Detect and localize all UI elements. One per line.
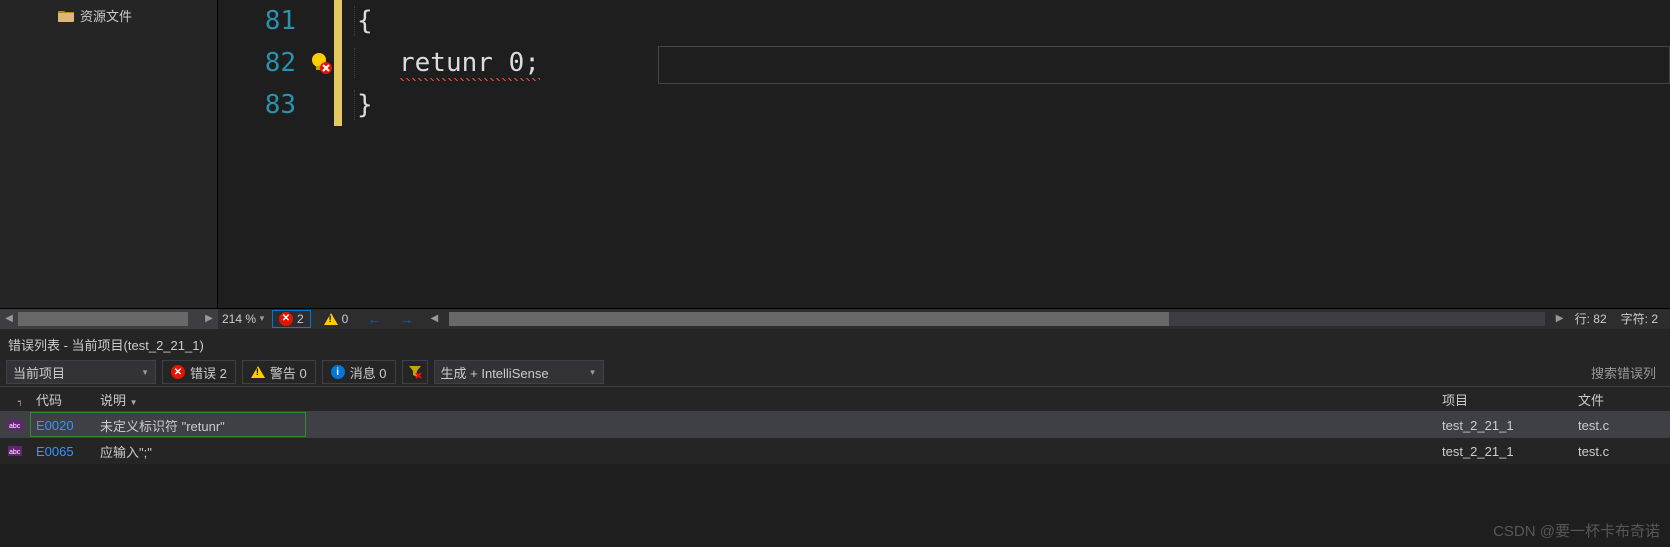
error-desc: 应输入";" <box>94 442 1436 461</box>
folder-icon <box>58 9 74 23</box>
abc-error-icon: abc <box>8 420 22 430</box>
svg-text:abc: abc <box>9 423 21 430</box>
sort-icon[interactable]: ┑ <box>6 397 23 406</box>
filter-errors-button[interactable]: ✕ 错误 2 <box>162 360 236 384</box>
chevron-down-icon: ▼ <box>141 368 149 377</box>
solution-explorer[interactable]: 资源文件 <box>0 0 218 308</box>
chevron-down-icon: ▼ <box>130 398 138 407</box>
line-number: 81 <box>218 6 308 36</box>
error-icon: ✕ <box>171 365 185 379</box>
error-desc: 未定义标识符 "retunr" <box>94 416 1436 435</box>
filter-warnings-button[interactable]: 警告 0 <box>242 360 316 384</box>
watermark: CSDN @要一杯卡布奇诺 <box>1493 520 1660 541</box>
table-row[interactable]: abc E0020 未定义标识符 "retunr" test_2_21_1 te… <box>0 412 1670 438</box>
error-file: test.c <box>1572 418 1670 433</box>
solution-explorer-scrollbar[interactable]: ◀ ▶ 214 % ▼ ✕ 2 0 ← → ◀ ▶ 行: 82 字符: 2 <box>0 308 1670 328</box>
error-icon: ✕ <box>279 312 293 326</box>
error-count-pill[interactable]: ✕ 2 <box>272 310 311 328</box>
info-icon: i <box>331 365 345 379</box>
col-file[interactable]: 文件 <box>1572 390 1670 409</box>
source-combo[interactable]: 生成 + IntelliSense ▼ <box>434 360 604 384</box>
abc-error-icon: abc <box>8 446 22 456</box>
code-text: { <box>354 6 373 36</box>
col-desc[interactable]: 说明 ▼ <box>94 390 1436 409</box>
scroll-right-icon[interactable]: ▶ <box>200 310 218 328</box>
col-project[interactable]: 项目 <box>1436 390 1572 409</box>
search-error-input[interactable]: 搜索错误列 <box>1583 359 1664 386</box>
change-indicator <box>334 0 342 42</box>
svg-text:abc: abc <box>9 449 21 456</box>
chevron-down-icon: ▼ <box>589 368 597 377</box>
nav-forward-icon[interactable]: → <box>393 311 419 327</box>
scroll-right-icon[interactable]: ▶ <box>1551 310 1569 328</box>
code-text: retunr 0; <box>354 48 540 78</box>
error-project: test_2_21_1 <box>1436 418 1572 433</box>
tree-item-label: 资源文件 <box>80 6 132 25</box>
filter-errors-label: 错误 2 <box>190 363 227 382</box>
scroll-thumb[interactable] <box>18 312 188 326</box>
cursor-line-label: 行: 82 <box>1575 310 1607 327</box>
nav-back-icon[interactable]: ← <box>361 311 387 327</box>
warning-icon <box>324 313 338 325</box>
code-editor[interactable]: 81 { 82 retunr 0; 83 <box>218 0 1670 308</box>
scroll-thumb[interactable] <box>449 312 1169 326</box>
change-indicator <box>334 84 342 126</box>
filter-warnings-label: 警告 0 <box>270 363 307 382</box>
line-number: 83 <box>218 90 308 120</box>
warning-count-pill[interactable]: 0 <box>317 310 356 328</box>
scroll-left-icon[interactable]: ◀ <box>425 310 443 328</box>
panel-title: 错误列表 - 当前项目(test_2_21_1) <box>0 329 1670 358</box>
source-value: 生成 + IntelliSense <box>441 363 549 382</box>
filter-messages-label: 消息 0 <box>350 363 387 382</box>
code-text: } <box>354 90 373 120</box>
chevron-down-icon: ▼ <box>258 314 266 323</box>
scope-value: 当前项目 <box>13 363 65 382</box>
error-code[interactable]: E0020 <box>30 418 94 433</box>
filter-messages-button[interactable]: i 消息 0 <box>322 360 396 384</box>
clear-filter-button[interactable] <box>402 360 428 384</box>
error-code[interactable]: E0065 <box>30 444 94 459</box>
error-table-header[interactable]: ┑ 代码 说明 ▼ 项目 文件 <box>0 386 1670 412</box>
line-number: 82 <box>218 48 308 78</box>
zoom-combo[interactable]: 214 % ▼ <box>222 312 266 326</box>
scope-combo[interactable]: 当前项目 ▼ <box>6 360 156 384</box>
tree-item-resources[interactable]: 资源文件 <box>0 4 217 27</box>
error-file: test.c <box>1572 444 1670 459</box>
error-project: test_2_21_1 <box>1436 444 1572 459</box>
warning-count: 0 <box>342 312 349 326</box>
cursor-col-label: 字符: 2 <box>1621 310 1658 327</box>
lightbulb-error-icon[interactable] <box>310 52 332 74</box>
error-count: 2 <box>297 312 304 326</box>
scroll-left-icon[interactable]: ◀ <box>0 310 18 328</box>
zoom-value: 214 % <box>222 312 256 326</box>
table-row[interactable]: abc E0065 应输入";" test_2_21_1 test.c <box>0 438 1670 464</box>
change-indicator <box>334 42 342 84</box>
warning-icon <box>251 366 265 378</box>
col-code[interactable]: 代码 <box>30 390 94 409</box>
error-list-panel: 错误列表 - 当前项目(test_2_21_1) 当前项目 ▼ ✕ 错误 2 警… <box>0 328 1670 464</box>
